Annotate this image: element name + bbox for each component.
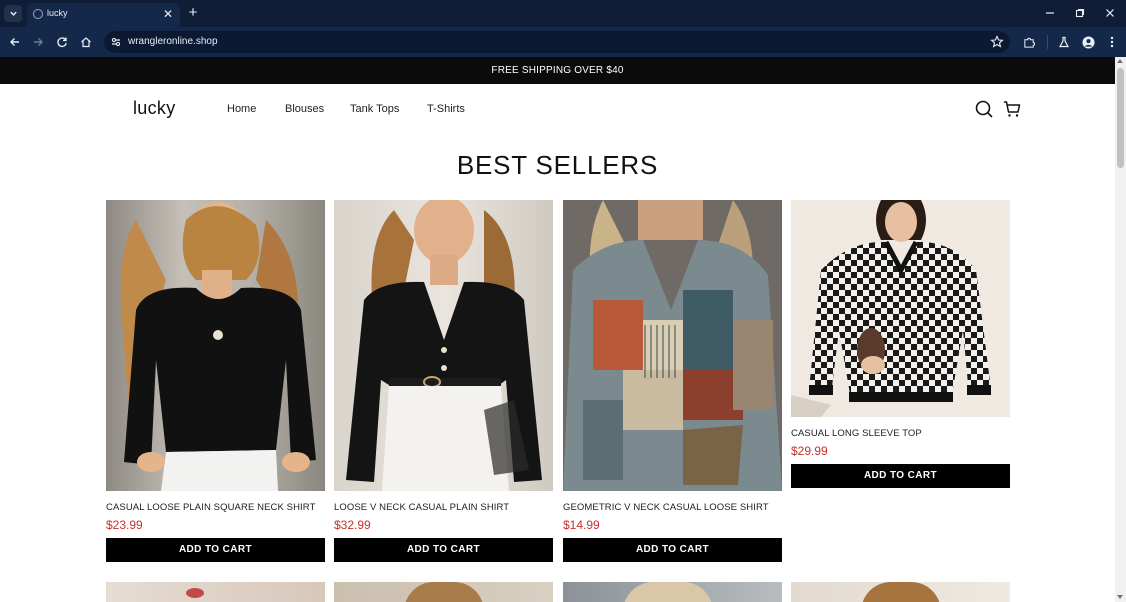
- kebab-menu-icon: [1110, 36, 1114, 48]
- profile-button[interactable]: [1078, 32, 1098, 52]
- browser-window: lucky ✕ + wrangleronline.shop FREE SHIPP…: [0, 0, 1126, 602]
- product-image[interactable]: [791, 582, 1010, 602]
- menu-button[interactable]: [1102, 32, 1122, 52]
- nav-tank-tops[interactable]: Tank Tops: [350, 103, 399, 115]
- product-price: $29.99: [791, 444, 828, 458]
- product-image[interactable]: [791, 200, 1010, 417]
- restore-icon: [1075, 8, 1085, 18]
- page-scrollbar[interactable]: [1115, 57, 1126, 602]
- tab-title: lucky: [47, 8, 68, 18]
- product-name[interactable]: GEOMETRIC V NECK CASUAL LOOSE SHIRT: [563, 502, 782, 513]
- star-icon[interactable]: [990, 35, 1004, 49]
- product-image[interactable]: [563, 582, 782, 602]
- chevron-down-icon: [9, 11, 17, 16]
- site-logo[interactable]: lucky: [133, 98, 176, 119]
- tab-strip: lucky ✕ +: [0, 0, 1126, 27]
- arrow-right-icon: [34, 38, 43, 46]
- restore-button[interactable]: [1070, 4, 1090, 22]
- site-header: lucky Home Blouses Tank Tops T-Shirts: [0, 84, 1115, 136]
- scroll-thumb[interactable]: [1117, 68, 1124, 168]
- toolbar-separator: [1047, 35, 1048, 49]
- minimize-button[interactable]: [1040, 4, 1060, 22]
- product-name[interactable]: LOOSE V NECK CASUAL PLAIN SHIRT: [334, 502, 553, 513]
- product-card: CASUAL LONG SLEEVE TOP $29.99 ADD TO CAR…: [791, 200, 1010, 488]
- tune-icon[interactable]: [110, 36, 122, 48]
- nav-home[interactable]: Home: [227, 103, 256, 115]
- home-icon: [81, 37, 91, 48]
- globe-icon: [33, 9, 43, 19]
- announcement-bar: FREE SHIPPING OVER $40: [0, 57, 1115, 84]
- close-window-button[interactable]: [1100, 4, 1120, 22]
- minimize-icon: [1046, 12, 1054, 14]
- product-card: CASUAL LOOSE PLAIN SQUARE NECK SHIRT $23…: [106, 200, 325, 562]
- forward-button[interactable]: [28, 32, 48, 52]
- product-card: LOOSE V NECK CASUAL PLAIN SHIRT $32.99 A…: [334, 200, 553, 562]
- plus-icon: +: [188, 4, 198, 21]
- product-image[interactable]: [106, 200, 325, 491]
- product-image[interactable]: [334, 582, 553, 602]
- product-price: $23.99: [106, 518, 143, 532]
- product-image[interactable]: [334, 200, 553, 491]
- tab-list-button[interactable]: [4, 5, 22, 22]
- cart-icon[interactable]: [1002, 99, 1022, 119]
- product-image[interactable]: [106, 582, 325, 602]
- url-text[interactable]: wrangleronline.shop: [128, 36, 218, 47]
- product-name[interactable]: CASUAL LOOSE PLAIN SQUARE NECK SHIRT: [106, 502, 325, 513]
- address-bar[interactable]: wrangleronline.shop: [104, 31, 1010, 53]
- scroll-up-arrow[interactable]: [1117, 59, 1123, 63]
- product-price: $32.99: [334, 518, 371, 532]
- active-tab[interactable]: lucky ✕: [27, 3, 180, 27]
- nav-t-shirts[interactable]: T-Shirts: [427, 103, 465, 115]
- product-image[interactable]: [563, 200, 782, 491]
- extensions-button[interactable]: [1019, 32, 1039, 52]
- product-card: GEOMETRIC V NECK CASUAL LOOSE SHIRT $14.…: [563, 200, 782, 562]
- add-to-cart-button[interactable]: ADD TO CART: [563, 538, 782, 562]
- best-sellers-title: BEST SELLERS: [456, 150, 659, 180]
- browser-toolbar: wrangleronline.shop: [0, 27, 1126, 57]
- add-to-cart-button[interactable]: ADD TO CART: [791, 464, 1010, 488]
- add-to-cart-button[interactable]: ADD TO CART: [334, 538, 553, 562]
- page-viewport: FREE SHIPPING OVER $40 lucky Home Blouse…: [0, 57, 1115, 602]
- close-icon[interactable]: ✕: [161, 7, 175, 21]
- add-to-cart-button[interactable]: ADD TO CART: [106, 538, 325, 562]
- scroll-down-arrow[interactable]: [1117, 595, 1123, 599]
- close-icon: [1106, 9, 1114, 17]
- labs-button[interactable]: [1054, 32, 1074, 52]
- person-icon: [1081, 35, 1095, 49]
- flask-icon: [1058, 36, 1070, 48]
- home-button[interactable]: [76, 32, 96, 52]
- new-tab-button[interactable]: +: [184, 4, 202, 22]
- arrow-left-icon: [10, 38, 19, 46]
- product-name[interactable]: CASUAL LONG SLEEVE TOP: [791, 428, 1010, 439]
- back-button[interactable]: [5, 32, 25, 52]
- puzzle-icon: [1023, 37, 1035, 48]
- search-icon[interactable]: [974, 99, 994, 119]
- reload-icon: [57, 37, 67, 48]
- reload-button[interactable]: [52, 32, 72, 52]
- product-price: $14.99: [563, 518, 600, 532]
- nav-blouses[interactable]: Blouses: [285, 103, 324, 115]
